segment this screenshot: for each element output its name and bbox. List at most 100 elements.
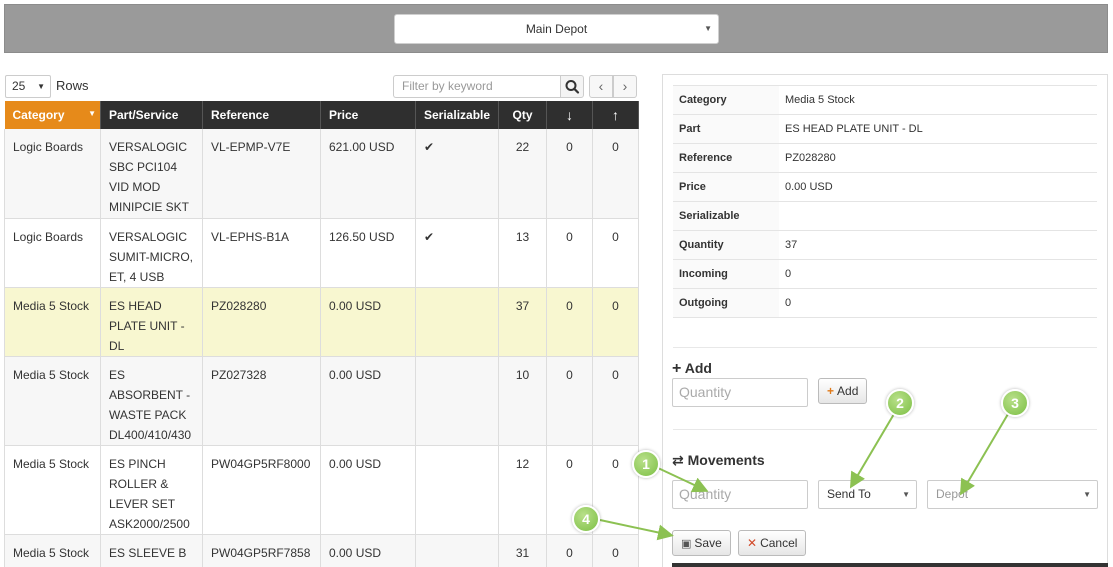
close-icon: ✕ — [747, 536, 758, 550]
depot-select[interactable]: Main Depot ▼ — [394, 14, 719, 44]
detail-label: Outgoing — [673, 288, 779, 318]
detail-row: Part ES HEAD PLATE UNIT - DL — [673, 114, 1097, 144]
table-header-row: Category ▼ Part/Service Reference Price … — [4, 101, 639, 129]
cell-category: Media 5 Stock — [4, 356, 101, 446]
column-header-serializable[interactable]: Serializable — [415, 101, 499, 129]
column-header-label: Reference — [211, 108, 270, 122]
chevron-down-icon: ▼ — [1083, 490, 1091, 499]
send-to-value: Send To — [827, 487, 871, 501]
column-header-reference[interactable]: Reference — [202, 101, 321, 129]
cell-reference: PZ028280 — [202, 287, 321, 357]
detail-value: PZ028280 — [779, 143, 1097, 173]
detail-label: Reference — [673, 143, 779, 173]
cell-serializable — [415, 356, 499, 446]
table-row[interactable]: Logic Boards VERSALOGIC SBC PCI104 VID M… — [4, 129, 639, 219]
table-row[interactable]: Logic Boards VERSALOGIC SUMIT-MICRO, ET,… — [4, 218, 639, 288]
chevron-right-icon: › — [622, 78, 628, 94]
detail-label: Category — [673, 85, 779, 115]
cell-outgoing: 0 — [592, 218, 639, 288]
cancel-button[interactable]: ✕ Cancel — [738, 530, 807, 556]
callout-badge-1: 1 — [632, 450, 660, 478]
stock-table: Category ▼ Part/Service Reference Price … — [4, 101, 639, 567]
detail-row: Incoming 0 — [673, 259, 1097, 289]
movement-quantity-input[interactable]: Quantity — [672, 480, 808, 509]
sort-desc-icon: ▼ — [88, 109, 96, 118]
cell-serializable — [415, 287, 499, 357]
cell-serializable — [415, 534, 499, 567]
rows-per-page-select[interactable]: 25 ▼ — [5, 75, 51, 98]
column-header-incoming[interactable]: ↓ — [546, 101, 593, 129]
cell-price: 0.00 USD — [320, 445, 416, 535]
detail-label: Serializable — [673, 201, 779, 231]
cell-part: ES PINCH ROLLER & LEVER SET ASK2000/2500 — [100, 445, 203, 535]
save-button-label: Save — [694, 536, 722, 550]
cell-reference: PW04GP5RF7858 — [202, 534, 321, 567]
detail-value: Media 5 Stock — [779, 85, 1097, 115]
cell-serializable — [415, 445, 499, 535]
cell-qty: 12 — [498, 445, 547, 535]
table-row[interactable]: Media 5 Stock ES ABSORBENT - WASTE PACK … — [4, 356, 639, 446]
next-page-button[interactable]: › — [613, 75, 637, 98]
save-button[interactable]: ▣ Save — [672, 530, 731, 556]
send-to-select[interactable]: Send To ▼ — [818, 480, 917, 509]
detail-value: 0 — [779, 288, 1097, 318]
column-header-price[interactable]: Price — [320, 101, 416, 129]
divider — [673, 429, 1097, 430]
cell-category: Media 5 Stock — [4, 445, 101, 535]
cell-qty: 10 — [498, 356, 547, 446]
movements-title-label: Movements — [687, 452, 765, 468]
detail-row: Price 0.00 USD — [673, 172, 1097, 202]
cell-incoming: 0 — [546, 534, 593, 567]
add-quantity-input[interactable]: Quantity — [672, 378, 808, 407]
cell-price: 126.50 USD — [320, 218, 416, 288]
cell-reference: VL-EPHS-B1A — [202, 218, 321, 288]
callout-badge-2: 2 — [886, 389, 914, 417]
plus-icon: + — [672, 360, 682, 377]
column-header-part[interactable]: Part/Service — [100, 101, 203, 129]
cell-category: Logic Boards — [4, 129, 101, 219]
filter-input[interactable]: Filter by keyword — [393, 75, 561, 98]
column-header-label: Qty — [512, 108, 533, 122]
table-row[interactable]: Media 5 Stock ES SLEEVE B RIBBON TAKE PW… — [4, 534, 639, 567]
column-header-label: Category — [12, 108, 65, 122]
cell-reference: PZ027328 — [202, 356, 321, 446]
rows-label: Rows — [56, 78, 89, 93]
cell-qty: 13 — [498, 218, 547, 288]
cell-outgoing: 0 — [592, 356, 639, 446]
cell-category: Media 5 Stock — [4, 534, 101, 567]
detail-value: 37 — [779, 230, 1097, 260]
cell-category: Media 5 Stock — [4, 287, 101, 357]
column-header-category[interactable]: Category ▼ — [4, 101, 101, 129]
arrow-up-icon: ↑ — [612, 107, 619, 123]
previous-page-button[interactable]: ‹ — [589, 75, 613, 98]
cell-price: 0.00 USD — [320, 356, 416, 446]
cell-outgoing: 0 — [592, 534, 639, 567]
cell-qty: 37 — [498, 287, 547, 357]
detail-row: Category Media 5 Stock — [673, 85, 1097, 115]
table-row-selected[interactable]: Media 5 Stock ES HEAD PLATE UNIT - DL PZ… — [4, 287, 639, 357]
cell-part: VERSALOGIC SBC PCI104 VID MOD MINIPCIE S… — [100, 129, 203, 219]
detail-row: Quantity 37 — [673, 230, 1097, 260]
cell-category: Logic Boards — [4, 218, 101, 288]
search-button[interactable] — [560, 75, 584, 98]
table-row[interactable]: Media 5 Stock ES PINCH ROLLER & LEVER SE… — [4, 445, 639, 535]
cell-outgoing: 0 — [592, 287, 639, 357]
chevron-down-icon: ▼ — [37, 82, 45, 91]
column-header-label: Part/Service — [109, 108, 179, 122]
detail-label: Price — [673, 172, 779, 202]
plus-icon: + — [827, 384, 835, 398]
cell-reference: PW04GP5RF8000 — [202, 445, 321, 535]
cell-qty: 31 — [498, 534, 547, 567]
add-button[interactable]: + Add — [818, 378, 868, 404]
column-header-outgoing[interactable]: ↑ — [592, 101, 639, 129]
rows-per-page-value: 25 — [12, 79, 26, 93]
depot-target-select[interactable]: Depot ▼ — [927, 480, 1098, 509]
floppy-disk-icon: ▣ — [681, 538, 692, 550]
chevron-down-icon: ▼ — [902, 490, 910, 499]
cell-price: 0.00 USD — [320, 287, 416, 357]
checkmark-icon: ✔ — [415, 129, 499, 219]
cell-price: 0.00 USD — [320, 534, 416, 567]
cancel-button-label: Cancel — [760, 536, 798, 550]
cell-incoming: 0 — [546, 356, 593, 446]
column-header-qty[interactable]: Qty — [498, 101, 547, 129]
